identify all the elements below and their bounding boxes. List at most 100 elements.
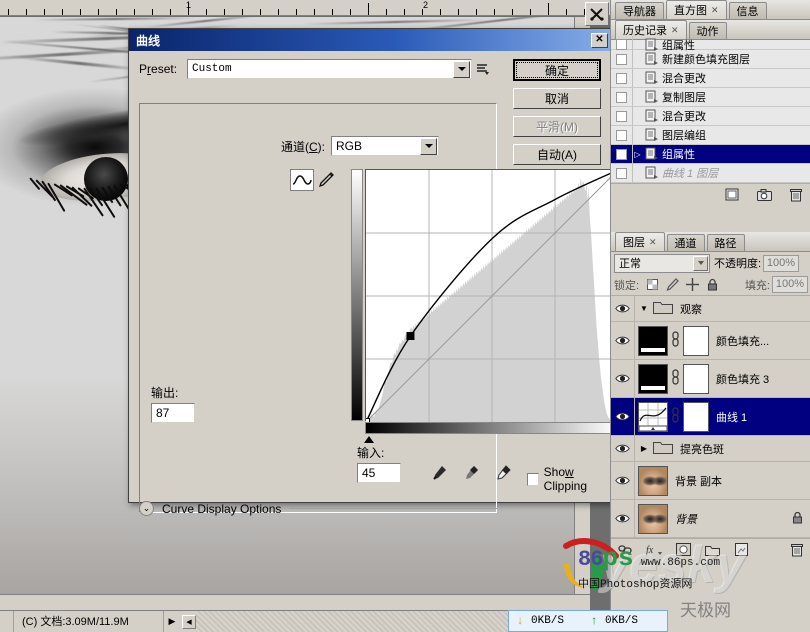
history-snapshot-toggle[interactable]: [611, 50, 633, 68]
ok-button[interactable]: 确定: [513, 59, 601, 81]
new-snapshot-icon[interactable]: [756, 187, 772, 203]
layer-visibility-toggle[interactable]: [611, 360, 635, 397]
lock-image-icon[interactable]: [665, 278, 679, 292]
horizontal-scrollbar[interactable]: [0, 594, 590, 610]
layer-thumbnails[interactable]: [635, 504, 668, 534]
status-menu-arrow-icon[interactable]: ▶: [164, 611, 180, 632]
cancel-button[interactable]: 取消: [513, 88, 601, 109]
gray-point-dropper-icon[interactable]: [461, 463, 481, 483]
status-collapse-button[interactable]: ◀: [182, 615, 196, 629]
link-icon[interactable]: [671, 331, 680, 350]
tools-icon[interactable]: [585, 2, 609, 26]
preset-select[interactable]: Custom: [187, 59, 472, 79]
curve-draw-icon[interactable]: [290, 169, 314, 191]
history-snapshot-toggle[interactable]: [611, 88, 633, 106]
layer-thumbnails[interactable]: [635, 466, 668, 496]
history-item[interactable]: 新建颜色填充图层: [611, 50, 810, 69]
fx-icon[interactable]: fx: [646, 542, 662, 558]
opacity-field[interactable]: 不透明度: 100%: [714, 255, 799, 272]
pencil-icon[interactable]: [314, 169, 338, 191]
layer-visibility-toggle[interactable]: [611, 296, 635, 321]
fill-field[interactable]: 填充: 100%: [745, 276, 808, 293]
black-point-dropper-icon[interactable]: [429, 463, 449, 483]
dialog-title-bar[interactable]: 曲线 ✕: [129, 29, 611, 51]
history-item[interactable]: ▷ 组属性: [611, 145, 810, 164]
layer-visibility-toggle[interactable]: [611, 500, 635, 537]
chevron-down-icon[interactable]: ⌄: [139, 501, 154, 516]
layer-list[interactable]: ▼ 观察 颜色填充... 颜色填充 3 曲线 1 ▶ 提亮色斑 背景 副本 背景: [611, 296, 810, 538]
tab-通道[interactable]: 通道: [667, 234, 705, 251]
curves-dialog[interactable]: 曲线 ✕ Preset: Custom 确定 取消 平滑(M) 自动(A) 通道…: [128, 28, 612, 503]
delete-icon[interactable]: [788, 187, 804, 203]
layer-row[interactable]: 颜色填充 3: [611, 360, 810, 398]
layer-row[interactable]: ▶ 提亮色斑: [611, 436, 810, 462]
fill-value[interactable]: 100%: [772, 276, 808, 293]
lock-position-icon[interactable]: [685, 278, 699, 292]
output-input[interactable]: 87: [151, 403, 195, 423]
history-item[interactable]: 图层编组: [611, 126, 810, 145]
show-clipping-checkbox-box[interactable]: [527, 473, 539, 486]
opacity-value[interactable]: 100%: [763, 255, 799, 272]
curve-display-options-expander[interactable]: ⌄ Curve Display Options: [139, 501, 497, 516]
chevron-down-icon[interactable]: [453, 61, 470, 78]
lock-transparency-icon[interactable]: [645, 278, 659, 292]
close-icon[interactable]: ✕: [591, 33, 608, 48]
chevron-down-icon[interactable]: [693, 256, 708, 271]
tab-路径[interactable]: 路径: [707, 234, 745, 251]
delete-icon[interactable]: [789, 542, 805, 558]
tab-导航器[interactable]: 导航器: [615, 2, 664, 19]
link-icon[interactable]: [671, 369, 680, 388]
layer-thumbnails[interactable]: [635, 402, 709, 432]
group-expand-toggle[interactable]: ▶: [635, 444, 653, 453]
layer-row[interactable]: 背景: [611, 500, 810, 538]
layer-visibility-toggle[interactable]: [611, 398, 635, 435]
lock-all-icon[interactable]: [705, 278, 719, 292]
curve-control-point[interactable]: [407, 333, 414, 340]
layer-visibility-toggle[interactable]: [611, 322, 635, 359]
input-input[interactable]: 45: [357, 463, 401, 483]
layer-visibility-toggle[interactable]: [611, 462, 635, 499]
layer-thumbnails[interactable]: [635, 364, 709, 394]
mask-icon[interactable]: [675, 542, 691, 558]
layer-row[interactable]: 曲线 1: [611, 398, 810, 436]
show-clipping-checkbox[interactable]: Show Clipping: [527, 465, 611, 493]
channel-select[interactable]: RGB: [331, 136, 439, 156]
new-group-icon[interactable]: [704, 542, 720, 558]
blend-mode-select[interactable]: 正常: [614, 254, 710, 273]
history-item[interactable]: 混合更改: [611, 69, 810, 88]
history-snapshot-toggle[interactable]: [611, 164, 633, 182]
history-item[interactable]: 混合更改: [611, 107, 810, 126]
history-snapshot-toggle[interactable]: [611, 126, 633, 144]
white-point-dropper-icon[interactable]: [493, 463, 513, 483]
history-list[interactable]: 组属性 新建颜色填充图层 混合更改 复制图层 混合更改 图层编组 ▷ 组属性 曲线 1 图层: [611, 40, 810, 183]
preset-menu-icon[interactable]: [472, 62, 494, 76]
link-icon[interactable]: [671, 407, 680, 426]
link-icon[interactable]: [617, 542, 633, 558]
close-icon[interactable]: ✕: [671, 25, 679, 36]
layer-row[interactable]: 颜色填充...: [611, 322, 810, 360]
new-document-icon[interactable]: [724, 187, 740, 203]
group-expand-toggle[interactable]: ▼: [635, 304, 653, 313]
close-icon[interactable]: ✕: [711, 5, 719, 16]
layer-visibility-toggle[interactable]: [611, 436, 635, 461]
history-snapshot-toggle[interactable]: [611, 69, 633, 87]
layer-thumbnails[interactable]: [635, 326, 709, 356]
history-item[interactable]: 复制图层: [611, 88, 810, 107]
chevron-down-icon[interactable]: [420, 138, 437, 155]
history-snapshot-toggle[interactable]: [611, 107, 633, 125]
close-icon[interactable]: ✕: [649, 237, 657, 248]
history-snapshot-toggle[interactable]: [611, 145, 633, 163]
new-layer-icon[interactable]: [733, 542, 749, 558]
layer-row[interactable]: ▼ 观察: [611, 296, 810, 322]
black-point-marker[interactable]: [364, 436, 374, 443]
layer-row[interactable]: 背景 副本: [611, 462, 810, 500]
tab-直方图[interactable]: 直方图 ✕: [666, 0, 727, 19]
auto-button[interactable]: 自动(A): [513, 144, 601, 165]
curves-plot-svg[interactable]: [366, 170, 618, 422]
history-item[interactable]: 组属性: [611, 40, 810, 50]
history-item[interactable]: 曲线 1 图层: [611, 164, 810, 183]
curves-plot[interactable]: [365, 169, 617, 421]
tab-信息[interactable]: 信息: [729, 2, 767, 19]
network-speed-widget[interactable]: ↓ 0KB/S ↑ 0KB/S: [508, 610, 668, 632]
tab-图层[interactable]: 图层 ✕: [615, 232, 665, 251]
